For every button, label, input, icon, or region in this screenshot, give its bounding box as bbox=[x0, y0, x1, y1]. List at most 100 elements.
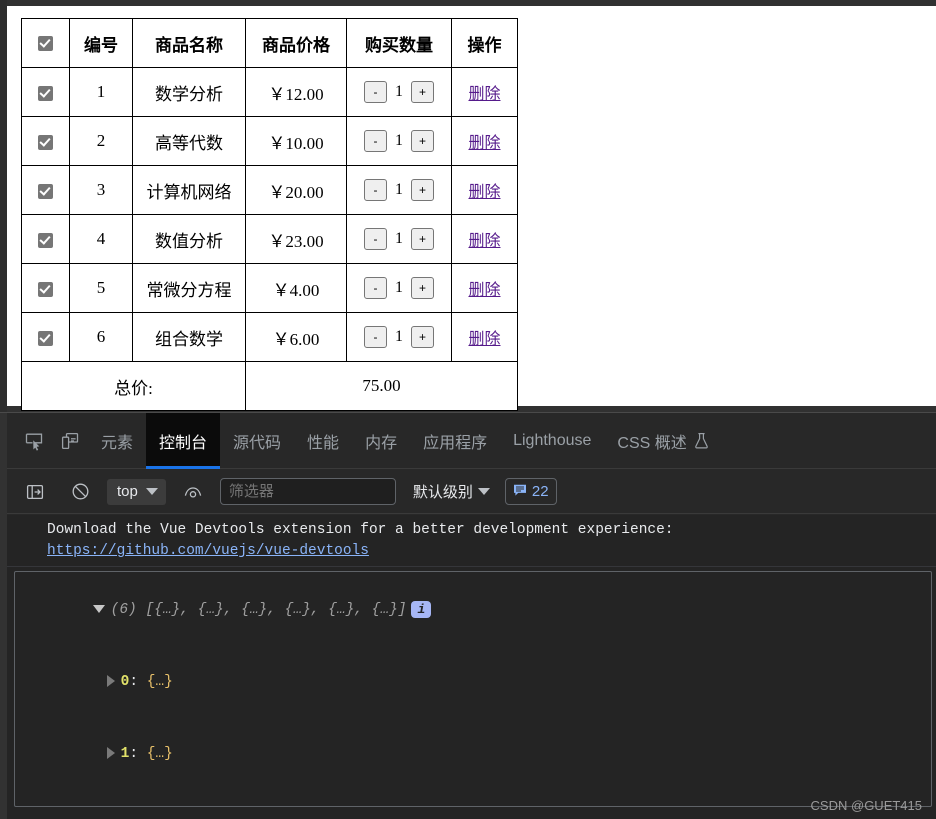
header-name: 商品名称 bbox=[132, 18, 246, 68]
row-name: 高等代数 bbox=[132, 116, 246, 166]
browser-viewport: 编号 商品名称 商品价格 购买数量 操作 1 数学分析 ￥12.00 - 1 +… bbox=[0, 0, 936, 412]
header-action: 操作 bbox=[451, 18, 518, 68]
row-id: 4 bbox=[69, 214, 133, 264]
array-count: (6) bbox=[110, 602, 137, 618]
decrement-button[interactable]: - bbox=[364, 228, 387, 250]
row-checkbox[interactable] bbox=[38, 330, 53, 346]
decrement-button[interactable]: - bbox=[364, 277, 387, 299]
array-entry-row[interactable]: 1: {…} bbox=[15, 718, 931, 790]
tab-memory[interactable]: 内存 bbox=[352, 413, 410, 469]
vue-notice-text: Download the Vue Devtools extension for … bbox=[47, 522, 674, 538]
row-price: ￥10.00 bbox=[245, 116, 347, 166]
tab-css-overview[interactable]: CSS 概述 bbox=[604, 413, 721, 469]
row-price: ￥6.00 bbox=[245, 312, 347, 362]
table-row: 2 高等代数 ￥10.00 - 1 + 删除 bbox=[21, 116, 518, 166]
select-all-checkbox[interactable] bbox=[38, 36, 53, 52]
row-name: 组合数学 bbox=[132, 312, 246, 362]
tab-elements[interactable]: 元素 bbox=[88, 413, 146, 469]
delete-link[interactable]: 删除 bbox=[468, 331, 500, 348]
expand-triangle-icon[interactable] bbox=[106, 747, 115, 760]
delete-link[interactable]: 删除 bbox=[468, 282, 500, 299]
header-id: 编号 bbox=[69, 18, 133, 68]
entry-value: {…} bbox=[146, 674, 173, 690]
increment-button[interactable]: + bbox=[411, 179, 434, 201]
increment-button[interactable]: + bbox=[411, 277, 434, 299]
vue-devtools-link[interactable]: https://github.com/vuejs/vue-devtools bbox=[47, 543, 369, 559]
row-price: ￥23.00 bbox=[245, 214, 347, 264]
entry-value: {…} bbox=[146, 746, 173, 762]
tab-label: 控制台 bbox=[159, 434, 208, 452]
clear-console-icon[interactable] bbox=[62, 474, 98, 510]
devtools-panel: 元素 控制台 源代码 性能 内存 应用程序 Lighthouse CSS 概述 bbox=[0, 412, 936, 819]
row-checkbox-cell bbox=[21, 312, 70, 362]
inspect-element-icon[interactable] bbox=[16, 423, 52, 459]
row-checkbox[interactable] bbox=[38, 134, 53, 150]
collapse-triangle-icon[interactable] bbox=[92, 605, 105, 614]
cart-rows: 1 数学分析 ￥12.00 - 1 + 删除 2 高等代数 ￥10.00 - 1… bbox=[21, 67, 518, 411]
array-header-row[interactable]: (6) [{…}, {…}, {…}, {…}, {…}, {…}] i bbox=[15, 574, 931, 646]
row-checkbox[interactable] bbox=[38, 281, 53, 297]
row-id: 5 bbox=[69, 263, 133, 313]
console-output[interactable]: Download the Vue Devtools extension for … bbox=[7, 515, 936, 819]
tab-lighthouse[interactable]: Lighthouse bbox=[500, 413, 604, 469]
device-toolbar-icon[interactable] bbox=[52, 423, 88, 459]
increment-button[interactable]: + bbox=[411, 326, 434, 348]
quantity-value: 1 bbox=[395, 83, 403, 100]
table-row: 1 数学分析 ￥12.00 - 1 + 删除 bbox=[21, 67, 518, 117]
expand-triangle-icon[interactable] bbox=[106, 675, 115, 688]
decrement-button[interactable]: - bbox=[364, 130, 387, 152]
row-checkbox-cell bbox=[21, 214, 70, 264]
row-checkbox[interactable] bbox=[38, 232, 53, 248]
log-level-select[interactable]: 默认级别 bbox=[413, 481, 490, 502]
row-action-cell: 删除 bbox=[451, 116, 518, 166]
decrement-button[interactable]: - bbox=[364, 81, 387, 103]
row-qty-cell: - 1 + bbox=[346, 67, 452, 117]
tab-label: 内存 bbox=[365, 434, 398, 452]
increment-button[interactable]: + bbox=[411, 228, 434, 250]
delete-link[interactable]: 删除 bbox=[468, 86, 500, 103]
array-entry-row[interactable]: 0: {…} bbox=[15, 646, 931, 718]
total-label: 总价: bbox=[21, 361, 246, 411]
decrement-button[interactable]: - bbox=[364, 179, 387, 201]
delete-link[interactable]: 删除 bbox=[468, 233, 500, 250]
row-name: 常微分方程 bbox=[132, 263, 246, 313]
tab-sources[interactable]: 源代码 bbox=[220, 413, 294, 469]
array-entry-row[interactable]: 2: {…} bbox=[15, 790, 931, 806]
quantity-value: 1 bbox=[395, 328, 403, 345]
quantity-value: 1 bbox=[395, 279, 403, 296]
row-id: 3 bbox=[69, 165, 133, 215]
chevron-down-icon bbox=[477, 488, 490, 495]
delete-link[interactable]: 删除 bbox=[468, 135, 500, 152]
message-count-badge[interactable]: 22 bbox=[504, 478, 557, 505]
console-sidebar-icon[interactable] bbox=[17, 474, 53, 510]
console-toolbar: top 默认级别 22 bbox=[7, 470, 936, 514]
row-action-cell: 删除 bbox=[451, 263, 518, 313]
viewport-left-strip bbox=[0, 0, 7, 412]
increment-button[interactable]: + bbox=[411, 81, 434, 103]
delete-link[interactable]: 删除 bbox=[468, 184, 500, 201]
execution-context-select[interactable]: top bbox=[107, 478, 166, 505]
row-id: 2 bbox=[69, 116, 133, 166]
tab-application[interactable]: 应用程序 bbox=[410, 413, 500, 469]
filter-input[interactable] bbox=[219, 478, 396, 505]
tab-console[interactable]: 控制台 bbox=[146, 412, 221, 469]
info-badge[interactable]: i bbox=[411, 600, 432, 618]
quantity-stepper: - 1 + bbox=[348, 228, 450, 250]
tab-performance[interactable]: 性能 bbox=[294, 413, 352, 469]
decrement-button[interactable]: - bbox=[364, 326, 387, 348]
header-price: 商品价格 bbox=[245, 18, 347, 68]
quantity-value: 1 bbox=[395, 132, 403, 149]
quantity-stepper: - 1 + bbox=[348, 130, 450, 152]
row-checkbox[interactable] bbox=[38, 85, 53, 101]
tab-label: 源代码 bbox=[233, 434, 282, 452]
row-price: ￥20.00 bbox=[245, 165, 347, 215]
message-count-value: 22 bbox=[531, 483, 549, 500]
row-action-cell: 删除 bbox=[451, 67, 518, 117]
row-action-cell: 删除 bbox=[451, 214, 518, 264]
live-expression-icon[interactable] bbox=[175, 474, 211, 510]
execution-context-value: top bbox=[117, 483, 138, 500]
row-checkbox[interactable] bbox=[38, 183, 53, 199]
row-name: 数值分析 bbox=[132, 214, 246, 264]
increment-button[interactable]: + bbox=[411, 130, 434, 152]
row-id: 6 bbox=[69, 312, 133, 362]
